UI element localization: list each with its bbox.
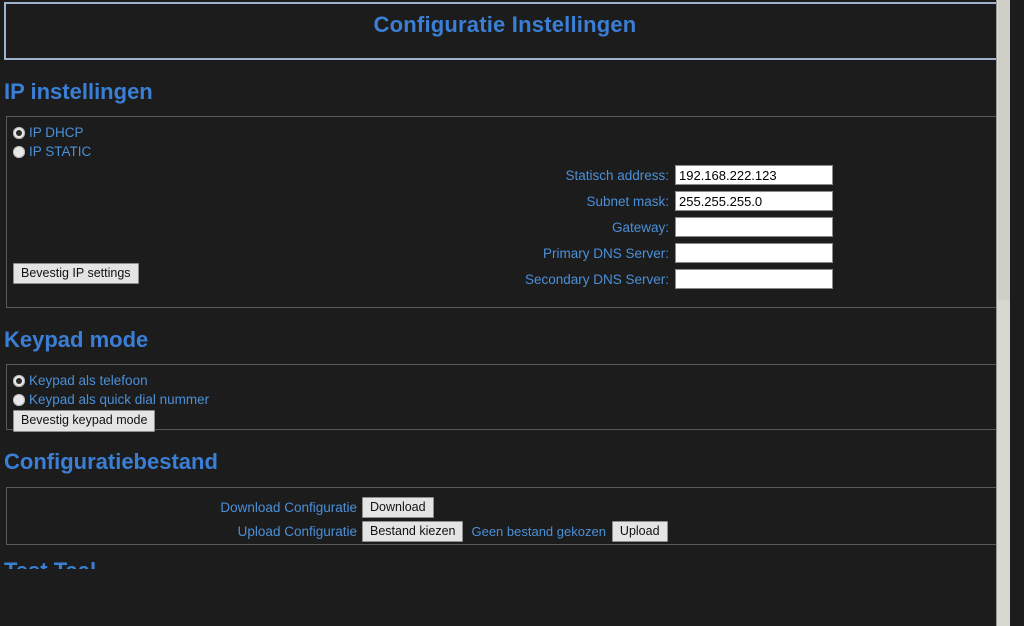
secondary-dns-input[interactable] [675, 269, 833, 290]
field-label-secondary-dns: Secondary DNS Server: [524, 271, 669, 287]
page-scrollbar[interactable] [996, 0, 1010, 626]
page-header-box: Configuratie Instellingen [4, 2, 1006, 60]
field-label-subnet-mask: Subnet mask: [586, 193, 669, 209]
radio-label-keypad-phone: Keypad als telefoon [29, 373, 148, 389]
section-heading-config-file: Configuratiebestand [4, 449, 218, 475]
static-address-input[interactable] [675, 165, 833, 186]
radio-icon-ip-static[interactable] [13, 145, 25, 158]
field-label-primary-dns: Primary DNS Server: [542, 245, 669, 261]
scrollbar-thumb[interactable] [998, 0, 1010, 300]
radio-option-keypad-quickdial[interactable]: Keypad als quick dial nummer [7, 390, 1005, 409]
confirm-ip-settings-button[interactable]: Bevestig IP settings [13, 262, 139, 285]
config-file-fieldset: Download Configuratie Download Upload Co… [6, 486, 1006, 545]
keypad-mode-fieldset: Keypad als telefoon Keypad als quick dia… [6, 364, 1006, 432]
keypad-mode-radio-group: Keypad als telefoon Keypad als quick dia… [7, 371, 1005, 409]
section-heading-cut-off: Test Taal [4, 559, 1010, 569]
upload-config-label: Upload Configuratie [237, 524, 357, 540]
config-page: Configuratie Instellingen IP instellinge… [0, 0, 1010, 626]
radio-icon-keypad-quickdial[interactable] [13, 393, 25, 406]
selected-file-name: Geen bestand gekozen [471, 524, 606, 540]
field-row-static-address: Statisch address: [7, 165, 833, 186]
gateway-input[interactable] [675, 217, 833, 238]
radio-icon-ip-dhcp[interactable] [13, 126, 25, 139]
field-label-gateway: Gateway: [611, 219, 669, 235]
upload-config-row: Upload Configuratie Bestand kiezen Geen … [7, 520, 1005, 544]
section-heading-keypad: Keypad mode [4, 327, 149, 353]
ip-mode-radio-group: IP DHCP IP STATIC [7, 123, 91, 161]
primary-dns-input[interactable] [675, 243, 833, 264]
ip-settings-fieldset: IP DHCP IP STATIC Statisch address: Subn… [6, 116, 1006, 309]
upload-config-button[interactable]: Upload [611, 520, 668, 543]
ip-settings-body: IP DHCP IP STATIC Statisch address: Subn… [7, 117, 1005, 290]
field-row-gateway: Gateway: [7, 217, 833, 238]
page-title: Configuratie Instellingen [373, 12, 637, 37]
choose-file-button[interactable]: Bestand kiezen [362, 520, 464, 543]
field-label-static-address: Statisch address: [565, 167, 669, 183]
download-config-button[interactable]: Download [362, 496, 434, 519]
radio-label-ip-dhcp: IP DHCP [29, 124, 84, 140]
radio-option-ip-static[interactable]: IP STATIC [7, 142, 91, 161]
radio-label-keypad-quickdial: Keypad als quick dial nummer [29, 392, 210, 408]
subnet-mask-input[interactable] [675, 191, 833, 212]
radio-option-keypad-phone[interactable]: Keypad als telefoon [7, 371, 1005, 390]
radio-icon-keypad-phone[interactable] [13, 374, 25, 387]
section-heading-ip: IP instellingen [4, 79, 153, 104]
field-row-subnet-mask: Subnet mask: [7, 191, 833, 212]
download-config-label: Download Configuratie [220, 500, 357, 516]
field-row-primary-dns: Primary DNS Server: [7, 243, 833, 264]
download-config-row: Download Configuratie Download [7, 496, 1005, 520]
radio-label-ip-static: IP STATIC [29, 143, 92, 159]
confirm-keypad-mode-button[interactable]: Bevestig keypad mode [13, 410, 156, 432]
radio-option-ip-dhcp[interactable]: IP DHCP [7, 123, 91, 142]
